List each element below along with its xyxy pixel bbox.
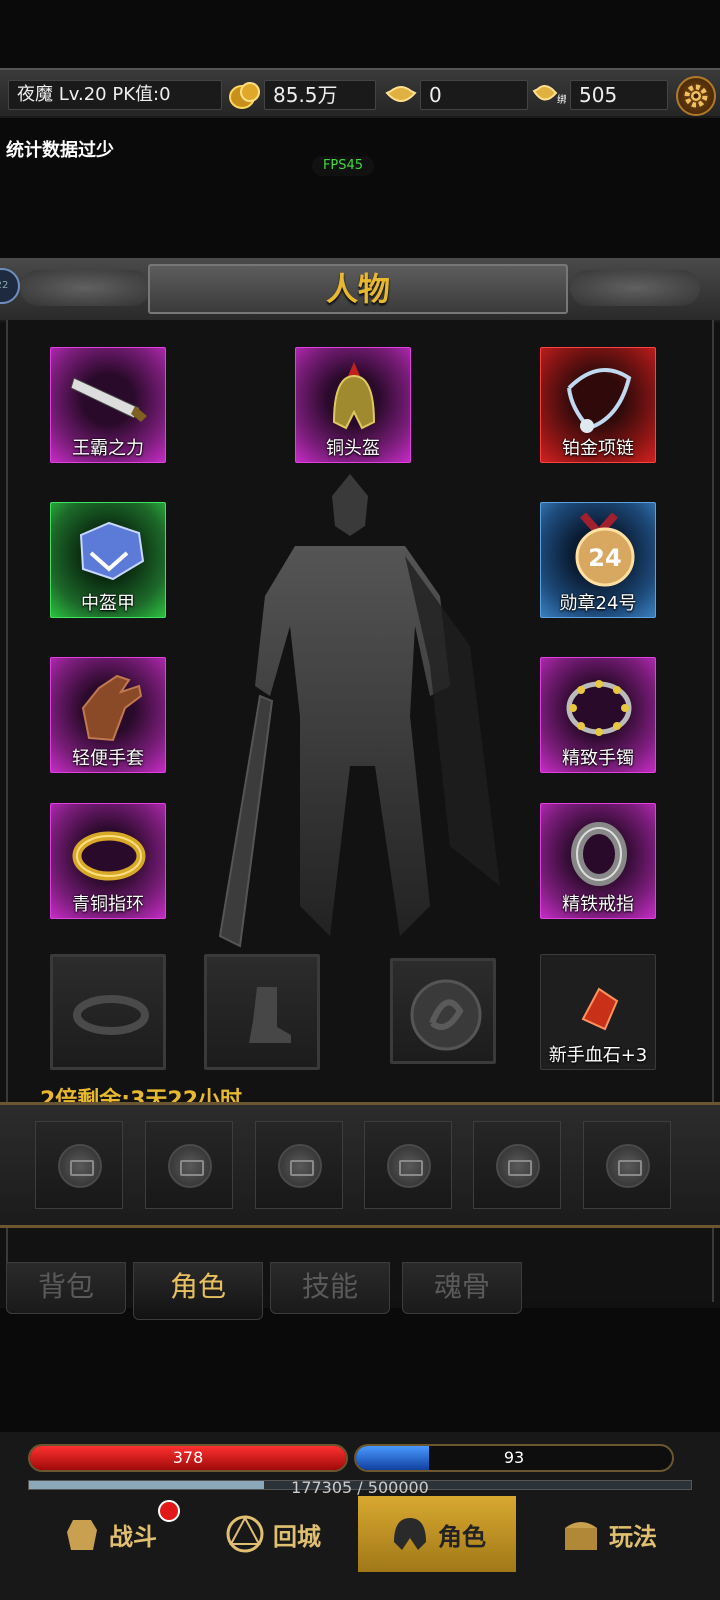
- lock-icon: [58, 1144, 102, 1188]
- emblem-icon: [410, 979, 482, 1051]
- stats-text: 统计数据过少: [6, 140, 114, 161]
- title-plate: 人物: [148, 264, 568, 314]
- equip-slot-medal[interactable]: 24 勋章24号: [540, 502, 656, 618]
- bound-ingot-tag: 绑: [557, 94, 566, 106]
- nav-label: 战斗: [109, 1522, 157, 1551]
- equip-slot-bloodstone[interactable]: 新手血石+3: [540, 954, 656, 1070]
- fps-counter: FPS45: [312, 156, 374, 176]
- quick-slot-bar: [0, 1102, 720, 1228]
- bound-ingot-amount: 505: [570, 80, 668, 110]
- quick-slot[interactable]: [145, 1121, 233, 1209]
- equip-slot-helmet[interactable]: 铜头盔: [295, 347, 411, 463]
- quick-slot[interactable]: [255, 1121, 343, 1209]
- equip-slot-bracelet[interactable]: 精致手镯: [540, 657, 656, 773]
- bracelet-icon: [566, 680, 632, 736]
- hp-value: 378: [172, 1448, 204, 1467]
- equip-slot-necklace[interactable]: 铂金项链: [540, 347, 656, 463]
- nav-gameplay[interactable]: 玩法: [528, 1496, 688, 1572]
- player-info: 夜魔 Lv.20 PK值:0: [8, 80, 222, 110]
- equip-label: 新手血石+3: [548, 1045, 648, 1066]
- empty-slot-belt[interactable]: [50, 954, 166, 1070]
- portal-icon: [226, 1515, 264, 1553]
- equip-label: 中盔甲: [81, 593, 135, 614]
- notification-dot: [158, 1500, 180, 1522]
- nav-character[interactable]: 角色: [358, 1496, 516, 1572]
- exp-text: 177305 / 500000: [291, 1478, 429, 1497]
- nav-label: 玩法: [609, 1522, 657, 1551]
- lock-icon: [496, 1144, 540, 1188]
- quick-slot[interactable]: [364, 1121, 452, 1209]
- quick-slot[interactable]: [35, 1121, 123, 1209]
- mp-value: 93: [503, 1448, 525, 1467]
- settings-button[interactable]: [676, 76, 716, 116]
- chest-icon: [565, 1522, 597, 1550]
- tab-character[interactable]: 角色: [133, 1262, 263, 1320]
- side-badge[interactable]: 22: [0, 268, 20, 304]
- bound-ingot-icon: 绑: [532, 85, 566, 106]
- quick-slot[interactable]: [583, 1121, 671, 1209]
- panel-header: 人物 22: [0, 258, 720, 322]
- equip-label: 铂金项链: [562, 438, 634, 459]
- gold-coin-icon: [229, 82, 260, 109]
- necklace-icon: [567, 368, 632, 433]
- bloodstone-icon: [581, 987, 619, 1031]
- tab-soul-bone[interactable]: 魂骨: [402, 1262, 522, 1314]
- equip-slot-ring-left[interactable]: 青铜指环: [50, 803, 166, 919]
- ingot-amount: 0: [420, 80, 528, 110]
- nav-town[interactable]: 回城: [192, 1496, 352, 1572]
- equip-label: 青铜指环: [72, 894, 144, 915]
- equip-label: 铜头盔: [326, 438, 380, 459]
- fist-icon: [67, 1520, 97, 1550]
- tab-skills[interactable]: 技能: [270, 1262, 390, 1314]
- gold-amount: 85.5万: [264, 80, 376, 110]
- empty-slot-boots[interactable]: [204, 954, 320, 1070]
- header-ornament-right: [570, 270, 700, 306]
- equip-label: 勋章24号: [559, 593, 637, 614]
- tab-bag[interactable]: 背包: [6, 1262, 126, 1314]
- double-exp-timer: 2倍剩余:3天22小时: [40, 1088, 243, 1102]
- equip-label: 轻便手套: [72, 748, 144, 769]
- empty-slot-special[interactable]: [390, 958, 496, 1064]
- nav-label: 角色: [438, 1522, 486, 1551]
- hp-bar: 378: [28, 1444, 348, 1472]
- medal-number: 24: [588, 544, 621, 572]
- equip-label: 王霸之力: [72, 438, 144, 459]
- equip-label: 精铁戒指: [562, 894, 634, 915]
- ring-icon: [72, 831, 146, 881]
- armor-icon: [79, 521, 145, 581]
- lock-icon: [278, 1144, 322, 1188]
- header-ornament-left: [20, 270, 150, 306]
- helmet-icon: [332, 362, 376, 430]
- quick-slot[interactable]: [473, 1121, 561, 1209]
- equip-slot-gloves[interactable]: 轻便手套: [50, 657, 166, 773]
- sword-icon: [70, 377, 147, 422]
- panel-title: 人物: [325, 270, 390, 308]
- bottom-hud: 378 93 177305 / 500000 战斗 回城 角色 玩法: [0, 1432, 720, 1600]
- lock-icon: [168, 1144, 212, 1188]
- nav-label: 回城: [273, 1522, 321, 1551]
- equip-label: 精致手镯: [562, 748, 634, 769]
- equip-slot-armor[interactable]: 中盔甲: [50, 502, 166, 618]
- boot-icon: [249, 987, 291, 1043]
- ingot-icon: [385, 86, 417, 102]
- character-model: [218, 474, 500, 948]
- glove-icon: [81, 674, 143, 742]
- equip-slot-weapon[interactable]: 王霸之力: [50, 347, 166, 463]
- ring-icon: [571, 822, 627, 886]
- gear-icon: [684, 84, 708, 108]
- equip-slot-ring-right[interactable]: 精铁戒指: [540, 803, 656, 919]
- belt-icon: [73, 995, 149, 1035]
- lock-icon: [606, 1144, 650, 1188]
- medal-icon: 24: [575, 513, 635, 587]
- mp-bar: 93: [354, 1444, 674, 1472]
- helmet-icon: [394, 1518, 426, 1550]
- top-status-bar: 夜魔 Lv.20 PK值:0 85.5万 0 绑 505: [0, 68, 720, 118]
- lock-icon: [387, 1144, 431, 1188]
